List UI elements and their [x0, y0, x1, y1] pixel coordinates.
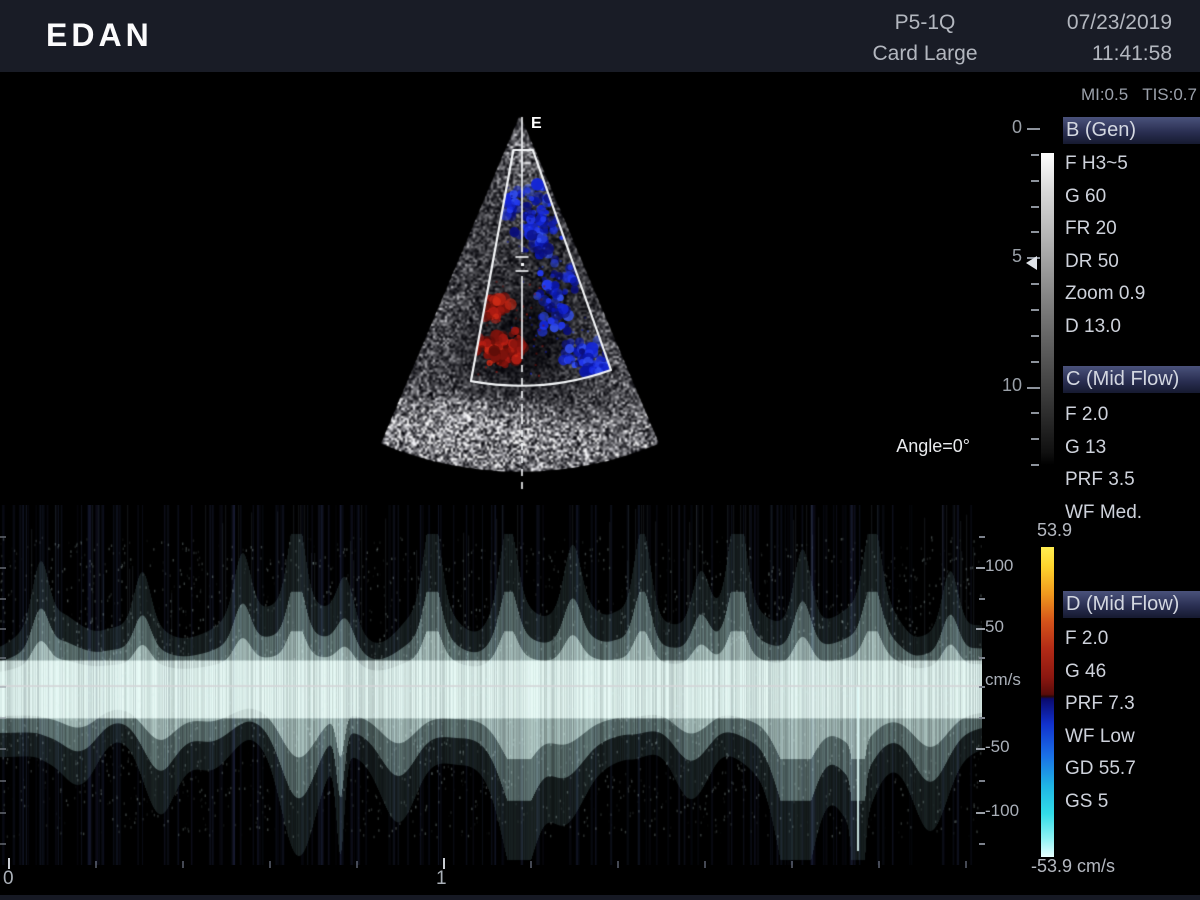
time-display: 11:41:58: [1091, 42, 1172, 65]
datetime-block: 07/23/2019 11:41:58: [1020, 7, 1186, 69]
tick-mark: [0, 657, 6, 659]
tick-mark: [1031, 283, 1039, 286]
depth-label-10: 10: [1001, 375, 1022, 395]
mode-header-d[interactable]: D (Mid Flow): [1063, 591, 1200, 618]
tick-mark: [1031, 438, 1039, 441]
param-row: G 46: [1065, 660, 1107, 682]
tick-mark: [356, 861, 358, 868]
tick-mark: [182, 861, 184, 868]
bottom-edge-bar: [0, 895, 1200, 900]
tick-mark: [979, 657, 985, 659]
tick-mark: [95, 861, 97, 868]
tick-mark: [1031, 412, 1039, 415]
param-row: F H3~5: [1065, 153, 1128, 174]
tick-mark: [878, 861, 880, 868]
velocity-label-p100: 100: [985, 556, 1014, 575]
param-row: WF Med.: [1065, 501, 1143, 523]
velocity-label-n100: -100: [985, 801, 1020, 820]
tick-mark: [1031, 464, 1039, 467]
tick-mark: [979, 536, 985, 538]
param-row: GS 5: [1065, 790, 1109, 812]
color-scale-min: -53.9 cm/s: [1031, 856, 1116, 876]
tick-mark: [0, 780, 6, 782]
tick-mark: [704, 861, 706, 868]
tick-mark: [617, 861, 619, 868]
doppler-angle-label: Angle=0°: [896, 436, 970, 456]
tick-mark: [979, 780, 985, 782]
velocity-colorbar: [1041, 547, 1054, 857]
tick-mark: [1031, 334, 1039, 337]
tick-mark: [979, 717, 985, 719]
param-row: PRF 3.5: [1065, 469, 1135, 490]
param-row: FR 20: [1065, 218, 1117, 240]
param-row: G 13: [1065, 436, 1107, 458]
tick-mark: [0, 567, 6, 569]
depth-label-5: 5: [1011, 246, 1022, 266]
tick-mark: [1031, 205, 1039, 208]
param-row: F 2.0: [1065, 628, 1109, 649]
tick-mark: [1031, 231, 1039, 234]
mi-value: MI:0.5: [1080, 85, 1129, 104]
param-row: WF Low: [1065, 725, 1135, 747]
velocity-unit-label: cm/s: [985, 670, 1021, 689]
tick-mark: [965, 861, 967, 868]
param-row: F 2.0: [1065, 404, 1109, 425]
tick-mark: [0, 536, 6, 538]
bmode-image-canvas: [0, 0, 1040, 500]
param-row: G 60: [1065, 185, 1107, 207]
tick-mark: [791, 861, 793, 868]
acoustic-indices: MI:0.5 TIS:0.7: [1067, 85, 1197, 105]
focus-marker-icon[interactable]: [1026, 256, 1037, 270]
tick-mark: [269, 861, 271, 868]
spectral-doppler-canvas: [0, 505, 982, 865]
ultrasound-screen: EDAN P5-1Q Card Large 07/23/2019 11:41:5…: [0, 0, 1200, 900]
tick-mark: [0, 686, 6, 688]
param-row: Zoom 0.9: [1065, 283, 1146, 305]
tick-mark: [1027, 128, 1040, 130]
depth-label-0: 0: [1011, 117, 1022, 137]
tick-mark: [530, 861, 532, 868]
mode-header-c[interactable]: C (Mid Flow): [1063, 366, 1200, 393]
color-scale-max: 53.9: [1037, 520, 1073, 540]
velocity-label-n50: -50: [985, 737, 1010, 756]
param-row: DR 50: [1065, 250, 1119, 272]
mode-header-b[interactable]: B (Gen): [1063, 117, 1200, 144]
tick-mark: [1031, 179, 1039, 182]
tick-mark: [1031, 360, 1039, 363]
tick-mark: [976, 628, 985, 630]
tis-value: TIS:0.7: [1142, 85, 1197, 104]
param-row: PRF 7.3: [1065, 693, 1135, 714]
tick-mark: [979, 843, 985, 845]
tick-mark: [1027, 386, 1040, 389]
time-label-0: 0: [3, 868, 14, 889]
tick-mark: [979, 598, 985, 600]
velocity-label-p50: 50: [985, 617, 1004, 636]
tick-mark: [0, 812, 6, 814]
tick-mark: [0, 598, 6, 600]
tick-mark: [0, 628, 6, 630]
tick-mark: [1031, 308, 1039, 311]
grayscale-bar: [1041, 153, 1054, 465]
tick-mark: [0, 748, 6, 750]
orientation-mark: E: [531, 115, 542, 132]
tick-mark: [1031, 153, 1039, 156]
tick-mark: [976, 748, 985, 750]
param-row: D 13.0: [1065, 316, 1121, 337]
date-display: 07/23/2019: [1066, 11, 1172, 34]
tick-mark: [976, 812, 985, 814]
tick-mark: [976, 567, 985, 569]
param-row: GD 55.7: [1065, 758, 1136, 779]
time-label-1: 1: [436, 868, 447, 889]
tick-mark: [0, 717, 6, 719]
tick-mark: [0, 843, 6, 845]
